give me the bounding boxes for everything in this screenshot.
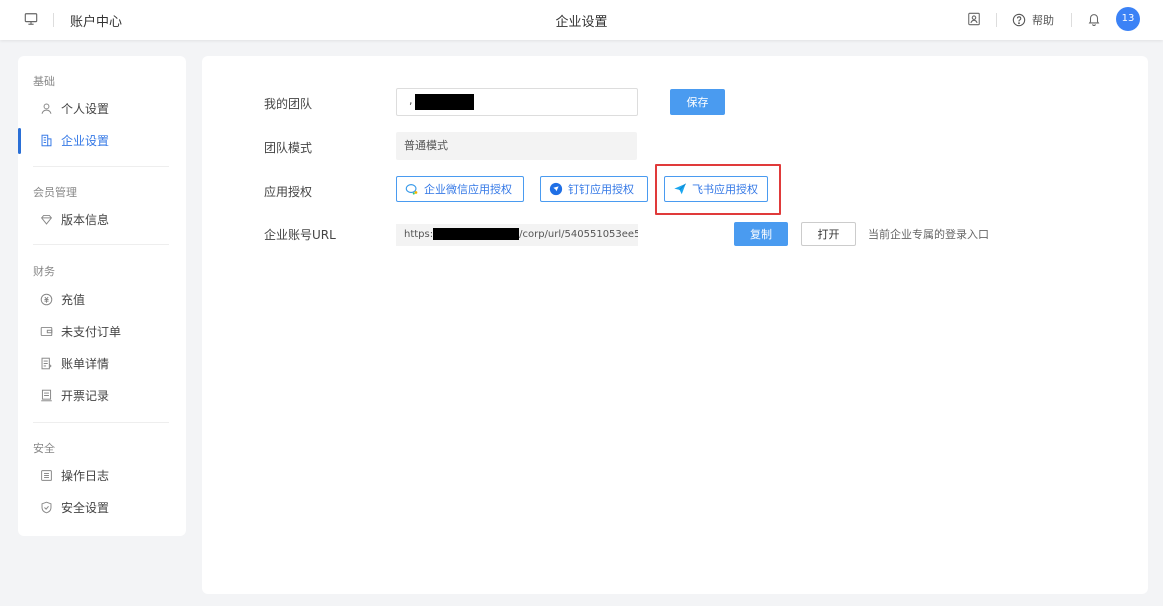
sidebar-item-security-settings[interactable]: 安全设置 bbox=[40, 497, 109, 517]
section-title-security: 安全 bbox=[33, 442, 55, 455]
user-icon bbox=[41, 103, 52, 114]
shield-icon bbox=[41, 501, 52, 513]
sidebar-item-unpaid-orders[interactable]: 未支付订单 bbox=[40, 321, 121, 341]
sidebar-item-bill-details[interactable]: 账单详情 bbox=[40, 353, 109, 373]
auth-button-label: 钉钉应用授权 bbox=[568, 183, 634, 196]
topbar-divider bbox=[53, 13, 54, 27]
monitor-icon[interactable] bbox=[24, 12, 38, 26]
sidebar-item-label: 账单详情 bbox=[61, 356, 110, 371]
wallet-icon bbox=[40, 326, 53, 336]
enterprise-url-field: https: /corp/url/540551053ee55... bbox=[396, 224, 638, 246]
sidebar-item-personal-settings[interactable]: 个人设置 bbox=[40, 98, 109, 118]
app-title: 账户中心 bbox=[70, 15, 123, 30]
bill-icon bbox=[41, 357, 52, 369]
section-title-basic: 基础 bbox=[33, 75, 55, 88]
dingtalk-icon bbox=[549, 182, 563, 196]
team-name-input[interactable]: , bbox=[396, 88, 638, 116]
sidebar-item-recharge[interactable]: 充值 bbox=[40, 289, 85, 309]
redacted-url-part bbox=[433, 228, 520, 240]
team-label: 我的团队 bbox=[264, 97, 313, 111]
sidebar-item-operation-log[interactable]: 操作日志 bbox=[40, 465, 109, 485]
save-button[interactable]: 保存 bbox=[670, 89, 725, 115]
section-divider bbox=[33, 244, 169, 245]
url-hint: 当前企业专属的登录入口 bbox=[868, 228, 989, 241]
sidebar-item-label: 企业设置 bbox=[61, 133, 110, 148]
invoice-icon bbox=[41, 389, 52, 401]
sidebar-item-label: 操作日志 bbox=[61, 468, 110, 483]
sidebar: 基础 个人设置 企业设置 会员管理 版本信息 财务 充值 未支付订单 账单详情 … bbox=[18, 56, 186, 536]
help-circle-icon bbox=[1012, 13, 1026, 27]
help-label: 帮助 bbox=[1032, 14, 1054, 27]
copy-button[interactable]: 复制 bbox=[734, 222, 788, 246]
help-button[interactable]: 帮助 bbox=[1012, 12, 1054, 28]
sidebar-item-label: 充值 bbox=[61, 292, 86, 307]
section-divider bbox=[33, 422, 169, 423]
topbar-separator bbox=[996, 13, 997, 27]
wecom-auth-button[interactable]: 企业微信应用授权 bbox=[396, 176, 524, 202]
url-suffix: /corp/url/540551053ee55... bbox=[519, 229, 638, 240]
main-panel: 我的团队 , 保存 团队模式 普通模式 应用授权 企业微信应用授权 钉钉应用授权… bbox=[202, 56, 1148, 594]
auth-button-label: 企业微信应用授权 bbox=[424, 183, 512, 196]
top-bar: 账户中心 企业设置 帮助 13 bbox=[0, 0, 1163, 40]
section-title-membership: 会员管理 bbox=[33, 186, 77, 199]
sidebar-item-enterprise-settings[interactable]: 企业设置 bbox=[40, 130, 109, 150]
page-title: 企业设置 bbox=[555, 15, 608, 30]
wecom-icon bbox=[405, 184, 418, 195]
avatar[interactable]: 13 bbox=[1116, 7, 1140, 31]
diamond-icon bbox=[40, 214, 53, 225]
mode-label: 团队模式 bbox=[264, 141, 313, 155]
team-mode-field: 普通模式 bbox=[396, 132, 637, 160]
log-icon bbox=[41, 469, 52, 481]
sidebar-item-label: 个人设置 bbox=[61, 101, 110, 116]
dingtalk-auth-button[interactable]: 钉钉应用授权 bbox=[540, 176, 648, 202]
sidebar-item-label: 开票记录 bbox=[61, 388, 110, 403]
bell-icon[interactable] bbox=[1087, 12, 1101, 26]
redacted-team-name bbox=[415, 94, 474, 110]
open-button[interactable]: 打开 bbox=[801, 222, 856, 246]
sidebar-item-label: 未支付订单 bbox=[61, 324, 122, 339]
sidebar-item-invoice-records[interactable]: 开票记录 bbox=[40, 385, 109, 405]
sidebar-item-label: 版本信息 bbox=[61, 212, 110, 227]
coin-icon bbox=[40, 293, 53, 305]
building-icon bbox=[41, 134, 52, 146]
url-prefix: https: bbox=[404, 229, 434, 240]
sidebar-item-version-info[interactable]: 版本信息 bbox=[40, 209, 109, 229]
contact-card-icon[interactable] bbox=[967, 12, 981, 26]
topbar-separator bbox=[1071, 13, 1072, 27]
section-divider bbox=[33, 166, 169, 167]
auth-label: 应用授权 bbox=[264, 185, 313, 199]
highlight-box bbox=[655, 164, 781, 215]
team-value-prefix: , bbox=[409, 94, 413, 107]
active-indicator bbox=[18, 128, 21, 154]
section-title-finance: 财务 bbox=[33, 265, 55, 278]
url-label: 企业账号URL bbox=[264, 228, 336, 242]
sidebar-item-label: 安全设置 bbox=[61, 500, 110, 515]
